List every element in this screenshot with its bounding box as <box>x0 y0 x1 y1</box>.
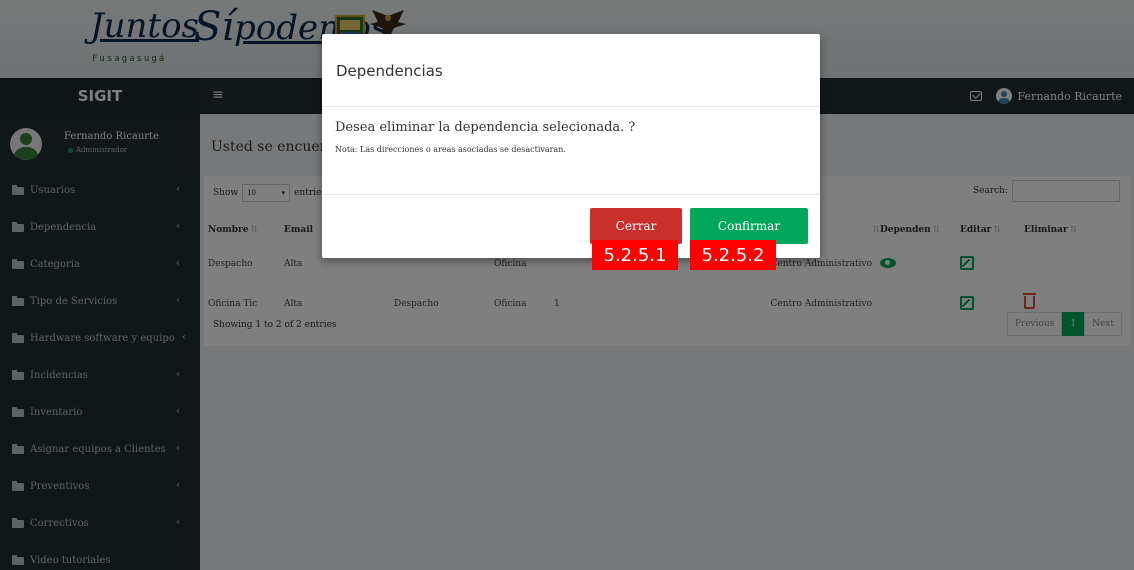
modal-title: Dependencias <box>336 62 443 80</box>
annotation-tag: 5.2.5.1 <box>592 240 678 270</box>
annotation-tag: 5.2.5.2 <box>690 240 776 270</box>
close-button[interactable]: Cerrar <box>590 208 682 244</box>
modal-message: Desea eliminar la dependencia selecionad… <box>335 120 636 135</box>
confirm-dialog: Dependencias Desea eliminar la dependenc… <box>322 34 820 258</box>
divider <box>322 106 820 107</box>
modal-note: Nota: Las direcciones o areas asociadas … <box>335 145 566 154</box>
confirm-button[interactable]: Confirmar <box>690 208 808 244</box>
divider <box>322 194 820 195</box>
